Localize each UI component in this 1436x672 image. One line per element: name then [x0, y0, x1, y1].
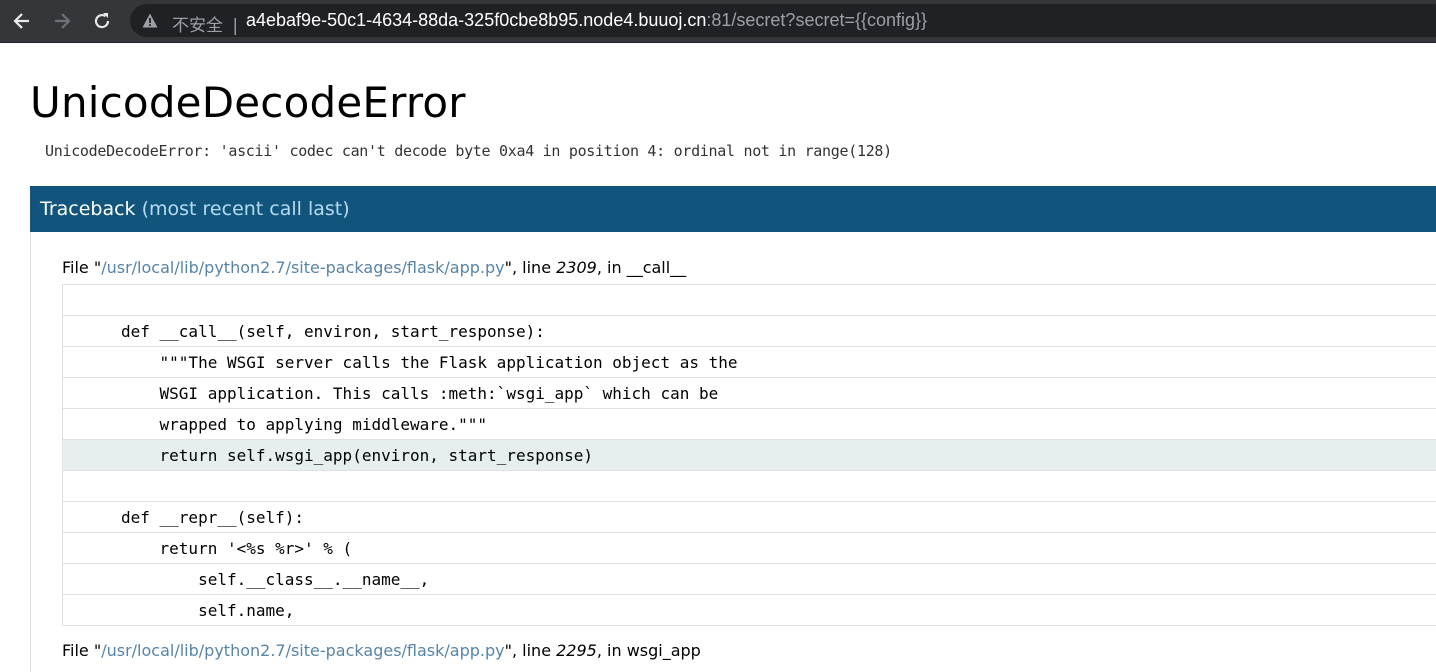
file-prefix: File ": [62, 641, 102, 660]
file-path: /usr/local/lib/python2.7/site-packages/f…: [101, 258, 505, 277]
current-source-line: return self.wsgi_app(environ, start_resp…: [63, 440, 1436, 471]
line-prefix: ", line: [504, 641, 557, 660]
url-path: :81/secret?secret={{config}}: [706, 10, 928, 30]
source-line: [63, 285, 1436, 316]
source-line: """The WSGI server calls the Flask appli…: [63, 347, 1436, 378]
security-text: 不安全: [172, 16, 223, 36]
separator: |: [232, 16, 239, 36]
source-line: self.name,: [63, 595, 1436, 626]
back-arrow-icon: [13, 13, 29, 29]
file-path: /usr/local/lib/python2.7/site-packages/f…: [101, 641, 505, 660]
function-name: wsgi_app: [626, 641, 701, 660]
line-number: 2309: [556, 258, 597, 277]
in-prefix: , in: [596, 258, 627, 277]
line-number: 2295: [556, 641, 597, 660]
traceback-body: File "/usr/local/lib/python2.7/site-pack…: [30, 232, 1436, 672]
source-line: return '<%s %r>' % (: [63, 533, 1436, 564]
forward-button[interactable]: [47, 6, 77, 36]
forward-arrow-icon: [55, 13, 71, 29]
address-bar[interactable]: 不安全 | a4ebaf9e-50c1-4634-88da-325f0cbe8b…: [130, 4, 1436, 37]
traceback-subtitle: (most recent call last): [141, 198, 350, 220]
function-name: __call__: [626, 258, 687, 277]
source-line: self.__class__.__name__,: [63, 564, 1436, 595]
source-line: WSGI application. This calls :meth:`wsgi…: [63, 378, 1436, 409]
back-button[interactable]: [7, 6, 37, 36]
source-line: def __repr__(self):: [63, 502, 1436, 533]
warning-icon[interactable]: [142, 13, 158, 28]
frame-file-line[interactable]: File "/usr/local/lib/python2.7/site-pack…: [62, 258, 686, 277]
source-line: wrapped to applying middleware.""": [63, 409, 1436, 440]
in-prefix: , in: [596, 641, 627, 660]
source-code-block[interactable]: def __call__(self, environ, start_respon…: [62, 284, 1436, 626]
source-line: def __call__(self, environ, start_respon…: [63, 316, 1436, 347]
url-host: a4ebaf9e-50c1-4634-88da-325f0cbe8b95.nod…: [246, 10, 707, 30]
traceback-header: Traceback (most recent call last): [30, 186, 1436, 232]
page-title: UnicodeDecodeError: [30, 78, 466, 127]
line-prefix: ", line: [504, 258, 557, 277]
error-message: UnicodeDecodeError: 'ascii' codec can't …: [45, 142, 892, 160]
source-line: [63, 471, 1436, 502]
reload-icon: [94, 13, 110, 29]
frame-file-line[interactable]: File "/usr/local/lib/python2.7/site-pack…: [62, 641, 701, 660]
reload-button[interactable]: [87, 6, 117, 36]
browser-toolbar: 不安全 | a4ebaf9e-50c1-4634-88da-325f0cbe8b…: [0, 0, 1436, 43]
security-label[interactable]: 不安全 |: [172, 11, 238, 36]
file-prefix: File ": [62, 258, 102, 277]
traceback-title: Traceback: [40, 198, 136, 220]
url-text[interactable]: a4ebaf9e-50c1-4634-88da-325f0cbe8b95.nod…: [246, 10, 927, 31]
